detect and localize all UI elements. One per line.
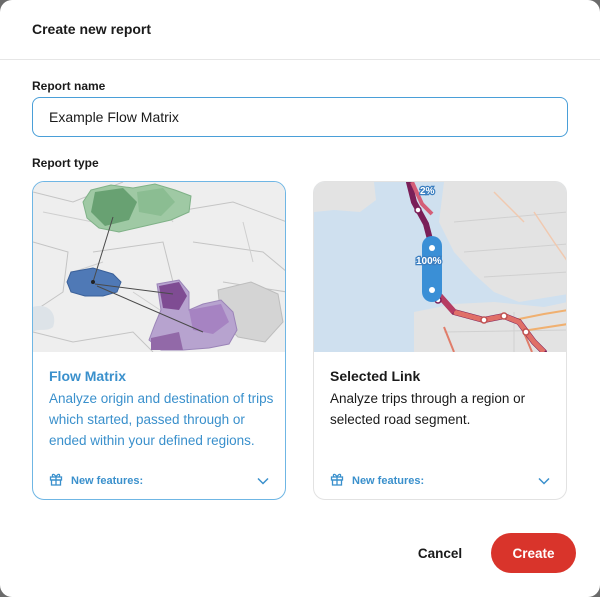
gift-icon: [49, 472, 63, 491]
new-features-label: New features:: [352, 475, 425, 487]
selected-link-title: Selected Link: [330, 368, 421, 384]
selected-link-map-image: 2% 100%: [314, 182, 566, 352]
flow-matrix-new-features-toggle[interactable]: New features:: [49, 471, 269, 491]
report-type-card-selected-link[interactable]: 2% 100% Selected Link Analyze trips thro…: [313, 181, 567, 500]
selected-link-description: Analyze trips through a region or select…: [330, 391, 526, 427]
selected-link-percent-top: 2%: [420, 186, 435, 197]
selected-link-percent-main: 100%: [416, 256, 442, 267]
modal-header: Create new report: [0, 0, 600, 60]
selected-link-new-features-toggle[interactable]: New features:: [330, 471, 550, 491]
create-button[interactable]: Create: [491, 533, 576, 573]
report-name-label: Report name: [32, 79, 106, 93]
gift-icon: [330, 472, 344, 491]
cancel-button[interactable]: Cancel: [402, 538, 478, 568]
flow-matrix-title: Flow Matrix: [49, 368, 127, 384]
chevron-down-icon: [257, 472, 269, 490]
report-type-label: Report type: [32, 156, 99, 170]
flow-matrix-description: Analyze origin and destination of trips …: [49, 391, 274, 448]
modal-title: Create new report: [32, 21, 152, 37]
report-name-input[interactable]: [32, 97, 568, 137]
flow-matrix-map-image: [33, 182, 285, 352]
chevron-down-icon: [538, 472, 550, 490]
report-type-card-flow-matrix[interactable]: Flow Matrix Analyze origin and destinati…: [32, 181, 286, 500]
new-features-label: New features:: [71, 475, 144, 487]
create-report-modal: Create new report Report name Report typ…: [0, 0, 600, 597]
